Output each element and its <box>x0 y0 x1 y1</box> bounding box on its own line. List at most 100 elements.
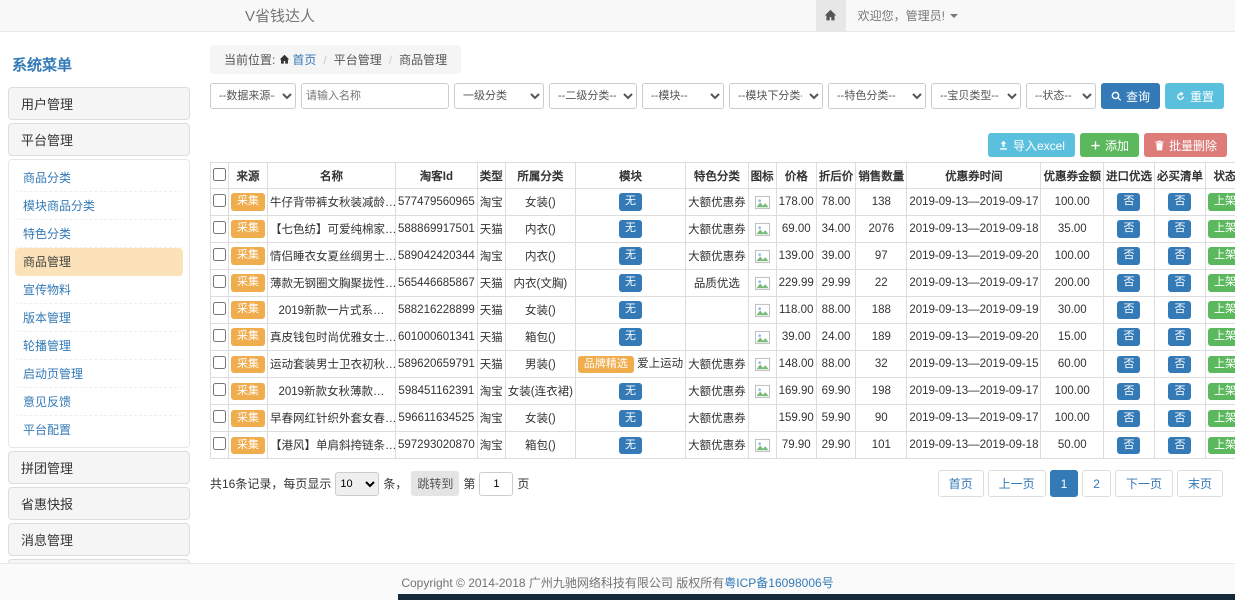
page-1-button[interactable]: 1 <box>1050 470 1079 497</box>
taoke-id: 596611634525 <box>396 405 478 432</box>
import-select-toggle[interactable]: 否 <box>1117 193 1140 210</box>
col-discount: 折后价 <box>816 163 856 189</box>
sidebar-item-goods-category[interactable]: 商品分类 <box>15 164 183 192</box>
import-select-toggle[interactable]: 否 <box>1117 437 1140 454</box>
taoke-id: 598451162391 <box>396 378 478 405</box>
select-all-checkbox[interactable] <box>213 168 226 181</box>
sidebar-item-version-management[interactable]: 版本管理 <box>15 304 183 332</box>
jump-button[interactable]: 跳转到 <box>411 471 459 496</box>
home-nav-button[interactable] <box>816 0 846 32</box>
sidebar-group-groupbuy[interactable]: 拼团管理 <box>8 451 190 484</box>
sidebar-item-splash-management[interactable]: 启动页管理 <box>15 360 183 388</box>
must-buy-toggle[interactable]: 否 <box>1168 383 1191 400</box>
page-2-button[interactable]: 2 <box>1082 470 1111 497</box>
last-page-button[interactable]: 末页 <box>1177 470 1223 497</box>
import-select-toggle[interactable]: 否 <box>1117 356 1140 373</box>
sales-count: 189 <box>856 324 907 351</box>
sidebar-item-feature-category[interactable]: 特色分类 <box>15 220 183 248</box>
sidebar-item-module-goods-category[interactable]: 模块商品分类 <box>15 192 183 220</box>
sidebar-group-platform[interactable]: 平台管理 <box>8 123 190 156</box>
module-sub-select[interactable]: --模块下分类-- <box>729 83 823 109</box>
import-select-toggle[interactable]: 否 <box>1117 301 1140 318</box>
import-select-toggle[interactable]: 否 <box>1117 274 1140 291</box>
row-checkbox[interactable] <box>213 221 226 234</box>
import-select-toggle[interactable]: 否 <box>1117 328 1140 345</box>
status-badge[interactable]: 上架 <box>1208 328 1235 345</box>
search-button[interactable]: 查询 <box>1101 83 1160 109</box>
row-checkbox[interactable] <box>213 275 226 288</box>
status-badge[interactable]: 上架 <box>1208 437 1235 454</box>
status-badge[interactable]: 上架 <box>1208 247 1235 264</box>
must-buy-toggle[interactable]: 否 <box>1168 247 1191 264</box>
chevron-down-icon <box>950 14 958 18</box>
status-select[interactable]: --状态-- <box>1026 83 1096 109</box>
sidebar-item-platform-config[interactable]: 平台配置 <box>15 416 183 443</box>
user-dropdown[interactable]: 欢迎您，管理员! <box>846 7 970 24</box>
price: 118.00 <box>776 297 816 324</box>
sidebar-item-carousel-management[interactable]: 轮播管理 <box>15 332 183 360</box>
name-search-input[interactable] <box>301 83 449 109</box>
must-buy-toggle[interactable]: 否 <box>1168 437 1191 454</box>
import-select-toggle[interactable]: 否 <box>1117 410 1140 427</box>
per-page-select[interactable]: 10 <box>335 472 379 496</box>
row-checkbox[interactable] <box>213 383 226 396</box>
row-checkbox[interactable] <box>213 410 226 423</box>
status-badge[interactable]: 上架 <box>1208 274 1235 291</box>
sidebar-group-message[interactable]: 消息管理 <box>8 523 190 556</box>
source-badge: 采集 <box>231 247 265 264</box>
sidebar-item-promo-material[interactable]: 宣传物料 <box>15 276 183 304</box>
goods-category: 内衣() <box>505 216 575 243</box>
status-badge[interactable]: 上架 <box>1208 356 1235 373</box>
must-buy-toggle[interactable]: 否 <box>1168 410 1191 427</box>
batch-delete-button[interactable]: 批量删除 <box>1144 133 1227 157</box>
coupon-amount: 15.00 <box>1041 324 1104 351</box>
status-badge[interactable]: 上架 <box>1208 383 1235 400</box>
must-buy-toggle[interactable]: 否 <box>1168 193 1191 210</box>
reset-button[interactable]: 重置 <box>1165 83 1224 109</box>
sidebar-group-express[interactable]: 省惠快报 <box>8 487 190 520</box>
first-page-button[interactable]: 首页 <box>938 470 984 497</box>
breadcrumb-home-link[interactable]: 首页 <box>279 51 316 68</box>
status-badge[interactable]: 上架 <box>1208 410 1235 427</box>
row-checkbox[interactable] <box>213 356 226 369</box>
feature-category-select[interactable]: --特色分类-- <box>828 83 926 109</box>
sales-count: 138 <box>856 189 907 216</box>
must-buy-toggle[interactable]: 否 <box>1168 274 1191 291</box>
prev-page-button[interactable]: 上一页 <box>988 470 1046 497</box>
page-number-input[interactable] <box>479 472 513 496</box>
import-excel-button[interactable]: 导入excel <box>988 133 1075 157</box>
import-select-toggle[interactable]: 否 <box>1117 220 1140 237</box>
sidebar-item-feedback[interactable]: 意见反馈 <box>15 388 183 416</box>
discount-price: 88.00 <box>816 297 856 324</box>
must-buy-toggle[interactable]: 否 <box>1168 356 1191 373</box>
import-select-toggle[interactable]: 否 <box>1117 247 1140 264</box>
module-select[interactable]: --模块-- <box>642 83 724 109</box>
item-type-select[interactable]: --宝贝类型-- <box>931 83 1021 109</box>
row-checkbox[interactable] <box>213 248 226 261</box>
next-page-button[interactable]: 下一页 <box>1115 470 1173 497</box>
source-badge: 采集 <box>231 356 265 373</box>
row-checkbox[interactable] <box>213 302 226 315</box>
status-badge[interactable]: 上架 <box>1208 220 1235 237</box>
must-buy-toggle[interactable]: 否 <box>1168 301 1191 318</box>
level2-category-select[interactable]: --二级分类-- <box>549 83 637 109</box>
level1-category-select[interactable]: 一级分类 <box>454 83 544 109</box>
sidebar-group-users[interactable]: 用户管理 <box>8 87 190 120</box>
row-checkbox[interactable] <box>213 194 226 207</box>
icp-link[interactable]: 粤ICP备16098006号 <box>724 574 833 591</box>
row-checkbox[interactable] <box>213 437 226 450</box>
must-buy-toggle[interactable]: 否 <box>1168 220 1191 237</box>
must-buy-toggle[interactable]: 否 <box>1168 328 1191 345</box>
refresh-icon <box>1175 91 1186 102</box>
feature-category <box>686 297 749 324</box>
module-badge: 无 <box>619 410 642 427</box>
row-checkbox[interactable] <box>213 329 226 342</box>
goods-name: 运动套装男士卫衣初秋… <box>268 351 396 378</box>
data-source-select[interactable]: --数据来源-- <box>210 83 296 109</box>
col-sales: 销售数量 <box>856 163 907 189</box>
status-badge[interactable]: 上架 <box>1208 301 1235 318</box>
sidebar-item-goods-management[interactable]: 商品管理 <box>15 248 183 276</box>
status-badge[interactable]: 上架 <box>1208 193 1235 210</box>
add-button[interactable]: 添加 <box>1080 133 1139 157</box>
import-select-toggle[interactable]: 否 <box>1117 383 1140 400</box>
